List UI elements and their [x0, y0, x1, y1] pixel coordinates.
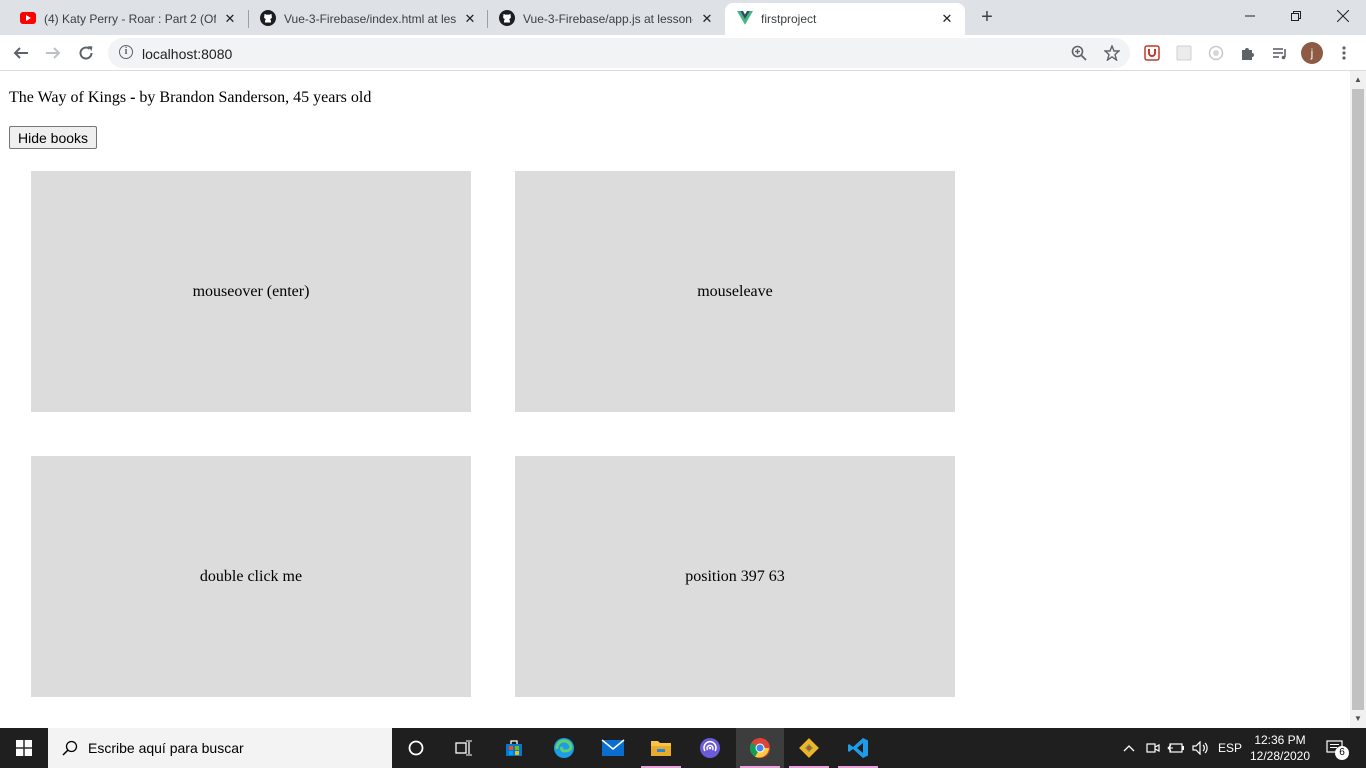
notification-center-button[interactable]: 6 — [1320, 728, 1350, 768]
hide-books-button[interactable]: Hide books — [9, 126, 98, 149]
task-view-icon — [455, 740, 472, 756]
github-icon — [499, 9, 515, 29]
scroll-up-icon[interactable]: ▲ — [1354, 75, 1362, 84]
volume-icon[interactable] — [1190, 728, 1210, 768]
book-author: by Brandon Sanderson, 45 years old — [139, 89, 372, 106]
git-app[interactable] — [785, 728, 833, 768]
close-tab-icon[interactable]: ✕ — [939, 11, 955, 27]
zoom-icon[interactable] — [1069, 43, 1089, 63]
book-title: The Way of Kings — [9, 89, 127, 106]
tab-firstproject[interactable]: firstproject ✕ — [725, 3, 965, 35]
reload-icon — [79, 46, 93, 60]
youtube-icon — [20, 11, 36, 27]
arrow-left-icon — [13, 47, 28, 59]
restore-button[interactable] — [1273, 0, 1319, 32]
chrome-icon — [749, 738, 770, 758]
url-text: localhost:8080 — [142, 46, 233, 62]
book-separator: - — [126, 89, 140, 106]
windows-logo-icon — [16, 740, 32, 756]
profile-avatar[interactable]: j — [1301, 42, 1323, 64]
position-box[interactable]: position 397 63 — [515, 456, 955, 697]
bookmark-star-icon[interactable] — [1102, 43, 1122, 63]
page-content: The Way of Kings - by Brandon Sanderson,… — [0, 71, 1350, 728]
extension-grid-icon[interactable] — [1174, 43, 1194, 63]
git-diamond-icon — [799, 738, 819, 758]
podcast-icon — [700, 738, 720, 758]
box-label: mouseover (enter) — [192, 282, 310, 300]
close-tab-icon[interactable]: ✕ — [222, 11, 238, 27]
notification-badge: 6 — [1335, 746, 1349, 760]
tab-title: firstproject — [761, 12, 817, 26]
store-app[interactable] — [490, 728, 538, 768]
extension-circle-icon[interactable] — [1206, 43, 1226, 63]
vue-icon — [737, 10, 753, 28]
file-explorer-app[interactable] — [637, 728, 685, 768]
box-label: position 397 63 — [685, 567, 785, 585]
minimize-button[interactable] — [1227, 0, 1273, 32]
mouseleave-box[interactable]: mouseleave — [515, 171, 955, 412]
media-queue-icon[interactable] — [1270, 43, 1290, 63]
more-menu-icon[interactable] — [1334, 43, 1354, 63]
tab-title: (4) Katy Perry - Roar : Part 2 (Offic — [44, 12, 216, 26]
arrow-right-icon — [46, 47, 61, 59]
podcast-app[interactable] — [686, 728, 734, 768]
address-bar[interactable]: i localhost:8080 — [108, 38, 1130, 68]
vscode-icon — [848, 738, 868, 758]
browser-toolbar: i localhost:8080 j — [0, 35, 1366, 71]
vscode-app[interactable] — [834, 728, 882, 768]
scroll-down-icon[interactable]: ▼ — [1354, 714, 1362, 723]
edge-app[interactable] — [540, 728, 588, 768]
mouseover-box[interactable]: mouseover (enter) — [31, 171, 471, 412]
double-click-box[interactable]: double click me — [31, 456, 471, 697]
show-hidden-icons-button[interactable] — [1120, 728, 1138, 768]
extension-shield-icon[interactable] — [1142, 43, 1162, 63]
box-label: mouseleave — [697, 282, 773, 300]
task-view-button[interactable] — [440, 728, 488, 768]
close-tab-icon[interactable]: ✕ — [699, 11, 715, 27]
folder-icon — [651, 741, 671, 756]
cortana-icon — [408, 740, 424, 756]
taskbar-search-box[interactable]: Escribe aquí para buscar — [48, 728, 392, 768]
meet-now-icon[interactable] — [1144, 728, 1162, 768]
github-icon — [260, 9, 276, 29]
close-tab-icon[interactable]: ✕ — [462, 11, 478, 27]
box-label: double click me — [199, 567, 303, 585]
forward-button[interactable] — [39, 39, 67, 67]
tab-github-app[interactable]: Vue-3-Firebase/app.js at lesson-1 ✕ — [487, 3, 725, 35]
vertical-scrollbar[interactable]: ▲ ▼ — [1350, 71, 1366, 728]
mail-icon — [601, 739, 625, 756]
edge-icon — [554, 738, 574, 758]
tab-github-index[interactable]: Vue-3-Firebase/index.html at less ✕ — [248, 3, 488, 35]
book-info: The Way of Kings - by Brandon Sanderson,… — [9, 89, 371, 107]
tab-youtube[interactable]: (4) Katy Perry - Roar : Part 2 (Offic ✕ — [8, 3, 248, 35]
tab-title: Vue-3-Firebase/app.js at lesson-1 — [523, 12, 693, 26]
cortana-button[interactable] — [392, 728, 440, 768]
chrome-app[interactable] — [736, 728, 784, 768]
tab-strip: (4) Katy Perry - Roar : Part 2 (Offic ✕ … — [0, 0, 1366, 35]
battery-icon[interactable] — [1166, 728, 1186, 768]
windows-taskbar: Escribe aquí para buscar ESP 12:36 PM 12… — [0, 728, 1366, 768]
clock-time: 12:36 PM — [1254, 733, 1306, 747]
back-button[interactable] — [7, 39, 35, 67]
chevron-up-icon — [1123, 745, 1135, 752]
extensions-puzzle-icon[interactable] — [1238, 43, 1258, 63]
new-tab-button[interactable]: + — [976, 6, 998, 28]
clock-date: 12/28/2020 — [1249, 749, 1311, 763]
tab-title: Vue-3-Firebase/index.html at less — [284, 12, 456, 26]
site-info-icon[interactable]: i — [119, 45, 133, 59]
close-window-button[interactable] — [1320, 0, 1366, 32]
scrollbar-thumb[interactable] — [1352, 89, 1364, 710]
start-button[interactable] — [0, 728, 48, 768]
store-bag-icon — [506, 740, 522, 756]
reload-button[interactable] — [72, 39, 100, 67]
search-icon — [62, 740, 78, 756]
search-placeholder: Escribe aquí para buscar — [88, 740, 244, 756]
mail-app[interactable] — [589, 728, 637, 768]
system-clock[interactable]: 12:36 PM 12/28/2020 — [1240, 732, 1320, 764]
